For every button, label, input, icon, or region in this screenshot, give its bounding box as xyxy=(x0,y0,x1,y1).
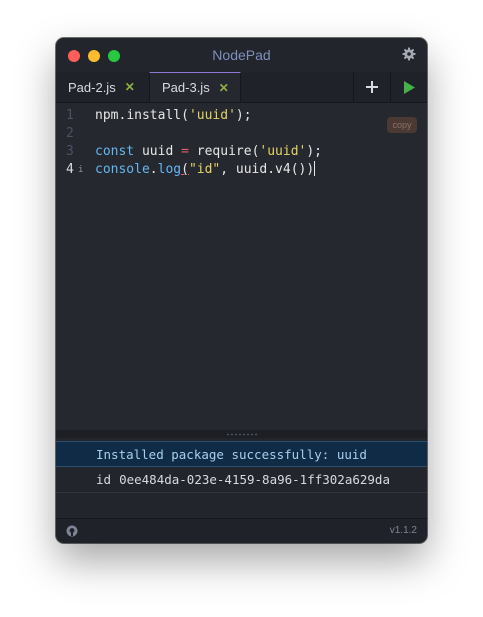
play-icon xyxy=(404,80,415,94)
tab-bar: Pad-2.js ✕ Pad-3.js ✕ xyxy=(56,72,427,103)
tab-pad-3[interactable]: Pad-3.js ✕ xyxy=(149,72,241,102)
code-text: const uuid = require('uuid'); xyxy=(95,143,322,161)
app-window: NodePad Pad-2.js ✕ Pad-3.js ✕ copy 1 npm… xyxy=(56,38,427,543)
code-token: const xyxy=(95,144,135,159)
output-value: 0ee484da-023e-4159-8a96-1ff302a629da xyxy=(119,472,390,487)
code-token: ( xyxy=(181,108,189,123)
code-token: ); xyxy=(235,108,252,123)
code-token: , xyxy=(220,162,236,177)
status-bar: v1.1.2 xyxy=(56,518,427,543)
code-token: require xyxy=(188,144,252,159)
code-line-active: 4 i console.log("id", uuid.v4()) xyxy=(56,161,427,179)
tab-pad-2[interactable]: Pad-2.js ✕ xyxy=(56,72,149,102)
gear-icon[interactable] xyxy=(401,46,417,62)
close-tab-icon[interactable]: ✕ xyxy=(125,80,135,94)
tab-label: Pad-3.js xyxy=(162,80,210,95)
line-number: 2 xyxy=(66,126,74,141)
panel-resize-handle[interactable] xyxy=(56,430,427,438)
title-bar: NodePad xyxy=(56,38,427,72)
code-editor[interactable]: copy 1 npm.install('uuid'); 2 3 const uu… xyxy=(56,103,427,430)
text-cursor xyxy=(314,161,316,176)
code-token: = xyxy=(181,144,189,159)
github-icon[interactable] xyxy=(66,525,78,537)
add-tab-button[interactable] xyxy=(353,72,390,102)
code-token: ); xyxy=(306,144,323,159)
code-text: console.log("id", uuid.v4()) xyxy=(95,161,316,179)
code-token: log xyxy=(157,162,182,177)
close-tab-icon[interactable]: ✕ xyxy=(219,81,229,95)
code-line: 3 const uuid = require('uuid'); xyxy=(56,143,427,161)
code-token: uuid xyxy=(134,144,182,159)
line-number: 1 xyxy=(66,108,74,123)
code-token: console xyxy=(95,162,150,177)
output-key: id xyxy=(96,472,112,487)
console-panel: Installed package successfully: uuid id 0… xyxy=(56,438,427,518)
run-button[interactable] xyxy=(390,72,427,102)
code-token: 'uuid' xyxy=(259,144,307,159)
code-token: . xyxy=(149,162,158,177)
code-token: 'uuid' xyxy=(188,108,236,123)
code-token: "id" xyxy=(188,162,221,177)
code-token: uuid.v4() xyxy=(235,162,307,177)
grip-dots-icon xyxy=(225,432,258,436)
code-line: 2 xyxy=(56,125,427,143)
app-title: NodePad xyxy=(212,47,271,63)
code-line: 1 npm.install('uuid'); xyxy=(56,107,427,125)
code-token: ) xyxy=(306,162,315,177)
info-marker[interactable]: i xyxy=(78,161,83,179)
code-token: install xyxy=(126,108,182,123)
console-success-message: Installed package successfully: uuid xyxy=(56,441,427,467)
code-token: npm xyxy=(95,108,119,123)
console-output-line: id 0ee484da-023e-4159-8a96-1ff302a629da xyxy=(56,467,427,493)
code-token: ( xyxy=(181,162,189,177)
code-text: npm.install('uuid'); xyxy=(95,107,252,125)
version-label: v1.1.2 xyxy=(389,525,417,536)
tab-label: Pad-2.js xyxy=(68,79,116,95)
plus-icon xyxy=(366,81,378,93)
line-number: 3 xyxy=(66,144,74,159)
tab-actions xyxy=(353,72,427,102)
